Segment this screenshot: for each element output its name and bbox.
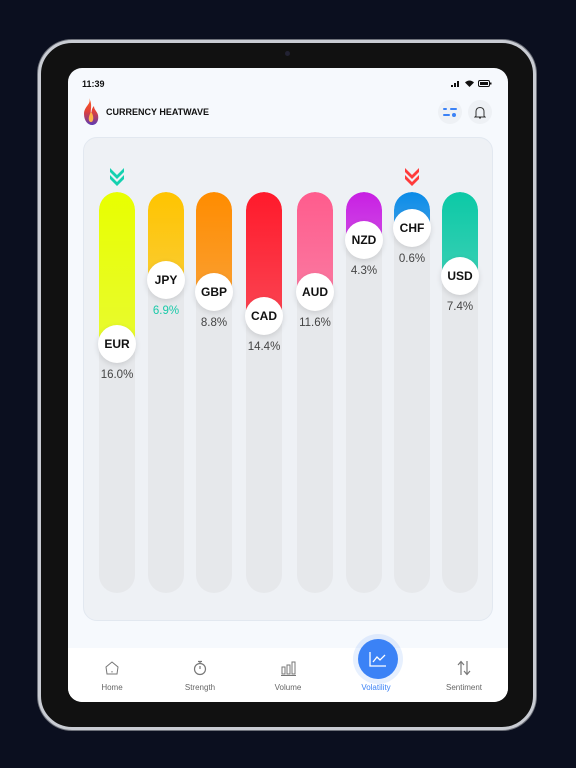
flame-logo-icon: [84, 98, 99, 125]
bar-track: [148, 192, 184, 593]
currency-percent: 14.4%: [247, 341, 281, 353]
bell-icon: [474, 106, 486, 118]
bar-chf[interactable]: CHF 0.6%: [393, 192, 431, 593]
bar-track: [196, 192, 232, 593]
bar-track: [246, 192, 282, 593]
currency-label: AUD: [296, 273, 334, 311]
nav-strength[interactable]: Strength: [156, 648, 244, 702]
nav-label: Home: [101, 683, 123, 692]
bar-fill: [99, 192, 135, 344]
up-down-arrows-icon: [457, 660, 471, 676]
nav-label: Volatility: [361, 683, 391, 692]
notifications-button[interactable]: [468, 100, 492, 124]
wifi-icon: [465, 80, 474, 87]
currency-label: CHF: [393, 209, 431, 247]
double-chevron-down-icon: [405, 168, 419, 186]
bar-track: [442, 192, 478, 593]
currency-percent: 0.6%: [398, 253, 426, 265]
status-time: 11:39: [82, 79, 105, 89]
bar-aud[interactable]: AUD 11.6%: [296, 192, 334, 593]
nav-label: Strength: [184, 683, 216, 692]
status-icons: [451, 80, 492, 87]
bar-track: [297, 192, 333, 593]
nav-label: Volume: [274, 683, 302, 692]
battery-icon: [478, 80, 492, 87]
currency-percent: 8.8%: [200, 317, 228, 329]
app-header: CURRENCY HEATWAVE: [82, 98, 209, 126]
currency-label: EUR: [98, 325, 136, 363]
nav-label: Sentiment: [445, 683, 483, 692]
bar-nzd[interactable]: NZD 4.3%: [345, 192, 383, 593]
home-icon: [105, 661, 119, 675]
bar-cad[interactable]: CAD 14.4%: [245, 192, 283, 593]
nav-sentiment[interactable]: Sentiment: [420, 648, 508, 702]
currency-label: GBP: [195, 273, 233, 311]
currency-percent: 16.0%: [100, 369, 134, 381]
currency-label: NZD: [345, 221, 383, 259]
double-chevron-down-icon: [110, 168, 124, 186]
bar-chart-icon: [281, 661, 296, 676]
currency-percent: 7.4%: [446, 301, 474, 313]
currency-percent: 11.6%: [299, 317, 331, 329]
stopwatch-icon: [193, 660, 207, 676]
bottom-nav: Home Strength Volume Volatility Sentiment: [68, 648, 508, 702]
line-chart-icon: [369, 652, 386, 667]
volatility-fab-button[interactable]: [358, 639, 398, 679]
currency-percent: 4.3%: [350, 265, 378, 277]
nav-volume[interactable]: Volume: [244, 648, 332, 702]
signal-icon: [451, 81, 459, 87]
currency-percent: 6.9%: [152, 305, 180, 317]
nav-home[interactable]: Home: [68, 648, 156, 702]
currency-label: CAD: [245, 297, 283, 335]
bar-eur[interactable]: EUR 16.0%: [98, 192, 136, 593]
filter-icon: [443, 108, 457, 117]
bar-usd[interactable]: USD 7.4%: [441, 192, 479, 593]
filter-button[interactable]: [438, 100, 462, 124]
bar-track: [99, 192, 135, 593]
bar-jpy[interactable]: JPY 6.9%: [147, 192, 185, 593]
app-screen: 11:39 CURRENCY HEATWAVE EUR 16.0% JPY 6.…: [68, 68, 508, 702]
camera: [285, 51, 290, 56]
app-title: CURRENCY HEATWAVE: [106, 107, 210, 117]
currency-label: JPY: [147, 261, 185, 299]
currency-label: USD: [441, 257, 479, 295]
bar-gbp[interactable]: GBP 8.8%: [195, 192, 233, 593]
